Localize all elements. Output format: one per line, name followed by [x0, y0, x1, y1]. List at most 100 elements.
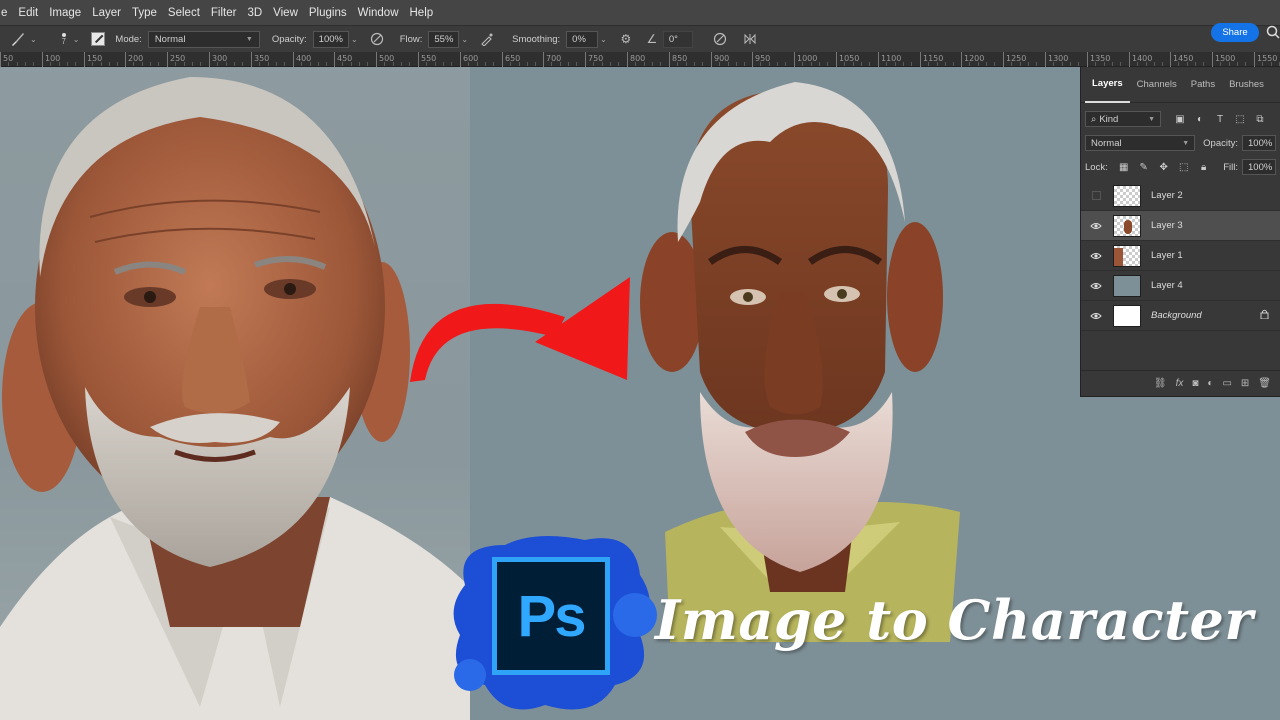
visibility-off-icon[interactable]: [1087, 189, 1105, 203]
ruler-minor-tick: [1162, 62, 1163, 66]
filter-adjustment-icon[interactable]: ◐: [1193, 112, 1207, 126]
ruler-minor-tick: [401, 62, 402, 66]
adjustment-layer-icon[interactable]: ◐: [1207, 378, 1213, 389]
layer-row-layer-4[interactable]: Layer 4: [1081, 271, 1280, 301]
lock-artboard-icon[interactable]: ⬚: [1177, 160, 1191, 174]
gear-icon[interactable]: ⚙: [617, 30, 635, 48]
ruler-minor-tick: [1220, 62, 1221, 66]
tab-channels[interactable]: Channels: [1130, 67, 1184, 103]
ruler-minor-tick: [510, 62, 511, 66]
menu-type[interactable]: Type: [128, 7, 161, 19]
ruler-minor-tick: [1203, 62, 1204, 66]
brush-settings-panel-icon[interactable]: [91, 32, 106, 46]
filter-type-icon[interactable]: T: [1213, 112, 1227, 126]
ruler-tick: 550: [418, 52, 436, 67]
layer-row-layer-1[interactable]: Layer 1: [1081, 241, 1280, 271]
link-layers-icon[interactable]: ⛓: [1154, 378, 1167, 389]
menu-view[interactable]: View: [269, 7, 302, 19]
lock-image-brush-icon[interactable]: ✎: [1137, 160, 1151, 174]
ruler-tick: 650: [502, 52, 520, 67]
brush-size-chevron-down-icon[interactable]: ⌄: [73, 35, 80, 44]
ruler-tick: 1200: [961, 52, 984, 67]
layer-row-layer-3[interactable]: Layer 3: [1081, 211, 1280, 241]
menu-help[interactable]: Help: [406, 7, 438, 19]
tab-brushes[interactable]: Brushes: [1222, 67, 1271, 103]
pressure-size-icon[interactable]: [711, 30, 729, 48]
layer-row-layer-2[interactable]: Layer 2: [1081, 181, 1280, 211]
ruler-minor-tick: [477, 62, 478, 66]
menu-image[interactable]: Image: [45, 7, 85, 19]
eye-icon[interactable]: [1087, 309, 1105, 323]
flow-chevron-down-icon[interactable]: ⌄: [461, 35, 468, 44]
lock-icon[interactable]: [1260, 309, 1269, 322]
mode-select[interactable]: Normal ▼: [147, 30, 260, 48]
airbrush-icon[interactable]: [478, 30, 496, 48]
angle-field[interactable]: 0°: [662, 30, 693, 48]
layer-opacity-field[interactable]: 100%: [1242, 135, 1276, 151]
new-layer-icon[interactable]: ⊞: [1241, 378, 1249, 389]
ruler-tick-label: 400: [296, 54, 312, 63]
layer-kind-filter-select[interactable]: ⌕ Kind ▼: [1085, 111, 1161, 127]
smoothing-chevron-down-icon[interactable]: ⌄: [600, 35, 607, 44]
tool-preset-chevron-down-icon[interactable]: ⌄: [30, 35, 37, 44]
ruler-tick-label: 1150: [923, 54, 944, 63]
ruler-minor-tick: [1237, 62, 1238, 66]
horizontal-ruler: 50 100 150 200 250 300 350 400 450 500 550 600 650 70…: [0, 52, 1280, 67]
ruler-tick: 400: [293, 52, 311, 67]
ruler-tick: 850: [669, 52, 687, 67]
menu-file[interactable]: e: [0, 7, 11, 19]
opacity-chevron-down-icon[interactable]: ⌄: [351, 35, 358, 44]
ruler-tick: 1250: [1003, 52, 1026, 67]
opacity-field[interactable]: 100%: [312, 30, 349, 48]
pressure-opacity-icon[interactable]: [368, 30, 386, 48]
menu-3d[interactable]: 3D: [243, 7, 266, 19]
filter-shape-icon[interactable]: ⬚: [1233, 112, 1247, 126]
brush-size-picker[interactable]: 7: [57, 32, 71, 46]
search-icon[interactable]: [1266, 25, 1280, 39]
ruler-minor-tick: [184, 62, 185, 66]
fx-icon[interactable]: fx: [1176, 378, 1184, 389]
flow-field[interactable]: 55%: [428, 30, 460, 48]
new-group-folder-icon[interactable]: ▭: [1222, 378, 1231, 389]
blend-mode-select[interactable]: Normal ▼: [1085, 135, 1196, 151]
lock-all-icon[interactable]: 🔒︎: [1197, 160, 1211, 174]
filter-smart-object-icon[interactable]: ⧉: [1253, 112, 1267, 126]
layer-thumbnail: [1113, 184, 1141, 207]
ruler-minor-tick: [284, 62, 285, 66]
lock-position-move-icon[interactable]: ✥: [1157, 160, 1171, 174]
tab-paths[interactable]: Paths: [1184, 67, 1222, 103]
ruler-tick: 500: [376, 52, 394, 67]
ruler-minor-tick: [451, 62, 452, 66]
reference-photo: [0, 67, 470, 720]
ruler-minor-tick: [1011, 62, 1012, 66]
add-mask-icon[interactable]: ◙: [1192, 378, 1198, 389]
ruler-minor-tick: [519, 62, 520, 66]
symmetry-butterfly-icon[interactable]: [741, 30, 759, 48]
ruler-tick-label: 1500: [1215, 54, 1236, 63]
eye-icon[interactable]: [1087, 279, 1105, 293]
blend-row: Normal ▼ Opacity: 100%: [1081, 131, 1280, 155]
menu-edit[interactable]: Edit: [14, 7, 42, 19]
menu-layer[interactable]: Layer: [88, 7, 125, 19]
smoothing-value: 0%: [572, 33, 586, 45]
ruler-minor-tick: [618, 62, 619, 66]
smoothing-field[interactable]: 0%: [566, 30, 599, 48]
brush-tool-icon[interactable]: [8, 29, 28, 49]
menu-window[interactable]: Window: [354, 7, 403, 19]
ruler-tick-label: 550: [421, 54, 437, 63]
menu-select[interactable]: Select: [164, 7, 204, 19]
ruler-tick-label: 650: [505, 54, 521, 63]
share-button[interactable]: Share: [1211, 23, 1259, 42]
menu-plugins[interactable]: Plugins: [305, 7, 351, 19]
ruler-minor-tick: [359, 62, 360, 66]
eye-icon[interactable]: [1087, 249, 1105, 263]
lock-transparent-icon[interactable]: ▦: [1117, 160, 1131, 174]
tab-layers[interactable]: Layers: [1085, 67, 1130, 103]
fill-field[interactable]: 100%: [1242, 159, 1276, 175]
layer-row-background[interactable]: Background: [1081, 301, 1280, 331]
eye-icon[interactable]: [1087, 219, 1105, 233]
ruler-minor-tick: [785, 62, 786, 66]
trash-icon[interactable]: 🗑︎: [1258, 378, 1271, 389]
filter-pixel-icon[interactable]: ▣: [1173, 112, 1187, 126]
menu-filter[interactable]: Filter: [207, 7, 241, 19]
